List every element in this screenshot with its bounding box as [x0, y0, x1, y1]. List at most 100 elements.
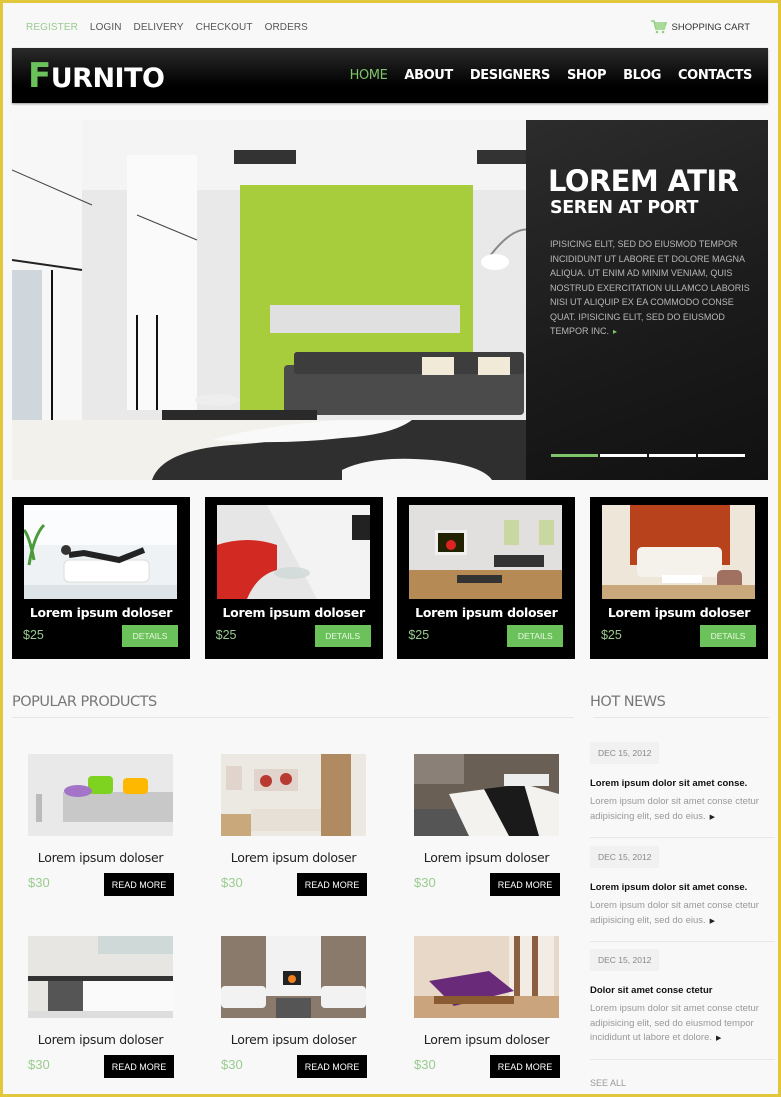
popular-products-title: POPULAR PRODUCTS — [12, 694, 157, 710]
nav-shop[interactable]: SHOP — [567, 68, 607, 83]
hot-news-divider — [593, 717, 769, 718]
news-title[interactable]: Dolor sit amet conse ctetur — [590, 985, 775, 996]
news-excerpt: Lorem ipsum dolor sit amet conse ctetur … — [590, 795, 775, 825]
nav-contacts[interactable]: CONTACTS — [678, 68, 752, 83]
nav-blog[interactable]: BLOG — [623, 68, 661, 83]
product-image-fireplace-lounge — [221, 936, 366, 1018]
product-image-bedroom — [414, 754, 559, 836]
product-card: Lorem ipsum doloser $30 READ MORE — [28, 754, 174, 896]
slider-pagination — [551, 454, 745, 457]
logo-initial: F — [28, 56, 51, 96]
news-item: DEC 15, 2012 Lorem ipsum dolor sit amet … — [590, 742, 775, 838]
hero-subtitle: SEREN AT PORT — [550, 198, 699, 218]
product-image-poppy-art-sofa — [221, 754, 366, 836]
slide-indicator-2[interactable] — [600, 454, 647, 457]
arrow-right-icon[interactable]: ▶ — [716, 1035, 721, 1042]
featured-product-price: $25 — [408, 628, 430, 642]
featured-card: Lorem ipsum doloser $25 DETAILS — [397, 497, 576, 659]
read-more-button[interactable]: READ MORE — [490, 873, 560, 896]
read-more-button[interactable]: READ MORE — [104, 1055, 174, 1078]
read-more-button[interactable]: READ MORE — [297, 1055, 367, 1078]
featured-card: Lorem ipsum doloser $25 DETAILS — [204, 497, 383, 659]
product-card: Lorem ipsum doloser $30 READ MORE — [414, 936, 560, 1078]
product-card: Lorem ipsum doloser $30 READ MORE — [28, 936, 174, 1078]
product-image-fireplace-room — [409, 505, 563, 599]
login-link[interactable]: LOGIN — [90, 22, 122, 33]
featured-product-name: Lorem ipsum doloser — [607, 605, 751, 620]
featured-products: Lorem ipsum doloser $25 DETAILS Lorem ip… — [12, 497, 768, 659]
featured-product-name: Lorem ipsum doloser — [222, 605, 366, 620]
nav-about[interactable]: ABOUT — [404, 68, 453, 83]
delivery-link[interactable]: DELIVERY — [134, 22, 184, 33]
see-all-link[interactable]: SEE ALL — [590, 1078, 626, 1088]
read-more-button[interactable]: READ MORE — [104, 873, 174, 896]
account-links: REGISTER LOGIN DELIVERY CHECKOUT ORDERS — [26, 22, 308, 33]
hero-slider: LOREM ATIR SEREN AT PORT IPISICING ELIT,… — [12, 120, 768, 480]
news-excerpt-text: Lorem ipsum dolor sit amet conse ctetur … — [590, 1003, 759, 1043]
logo[interactable]: FURNITO — [28, 56, 165, 96]
details-button[interactable]: DETAILS — [314, 625, 371, 647]
featured-product-price: $25 — [23, 628, 44, 642]
product-price: $30 — [221, 875, 243, 890]
news-divider — [590, 941, 775, 942]
product-image-kitchen — [28, 936, 173, 1018]
read-more-button[interactable]: READ MORE — [490, 1055, 560, 1078]
popular-products-divider — [12, 717, 574, 718]
shopping-cart-label: SHOPPING CART — [671, 21, 750, 33]
nav-designers[interactable]: DESIGNERS — [470, 68, 550, 83]
main-nav: HOME ABOUT DESIGNERS SHOP BLOG CONTACTS — [350, 68, 753, 83]
news-item: DEC 15, 2012 Lorem ipsum dolor sit amet … — [590, 846, 775, 942]
hero-description: IPISICING ELIT, SED DO EIUSMOD TEMPOR IN… — [550, 237, 760, 340]
product-card: Lorem ipsum doloser $30 READ MORE — [414, 754, 560, 896]
slide-indicator-1[interactable] — [551, 454, 598, 457]
hero-title: LOREM ATIR — [548, 164, 739, 198]
news-excerpt: Lorem ipsum dolor sit amet conse ctetur … — [590, 899, 775, 929]
product-card: Lorem ipsum doloser $30 READ MORE — [221, 754, 367, 896]
product-image-purple-bedroom — [414, 936, 559, 1018]
product-price: $30 — [221, 1057, 243, 1072]
arrow-right-icon[interactable]: ▶ — [710, 918, 715, 925]
read-more-button[interactable]: READ MORE — [297, 873, 367, 896]
product-price: $30 — [28, 875, 50, 890]
product-price: $30 — [414, 1057, 436, 1072]
shopping-cart-icon — [650, 20, 667, 34]
details-button[interactable]: DETAILS — [699, 625, 756, 647]
product-card: Lorem ipsum doloser $30 READ MORE — [221, 936, 367, 1078]
checkout-link[interactable]: CHECKOUT — [196, 22, 253, 33]
news-item: DEC 15, 2012 Dolor sit amet conse ctetur… — [590, 949, 775, 1060]
featured-card: Lorem ipsum doloser $25 DETAILS — [12, 497, 190, 659]
orders-link[interactable]: ORDERS — [265, 22, 308, 33]
news-title[interactable]: Lorem ipsum dolor sit amet conse. — [590, 778, 775, 789]
product-price: $30 — [414, 875, 436, 890]
product-name: Lorem ipsum doloser — [37, 1032, 164, 1047]
register-link[interactable]: REGISTER — [26, 22, 78, 33]
shopping-cart-link[interactable]: SHOPPING CART — [650, 20, 750, 34]
featured-product-price: $25 — [600, 628, 622, 642]
nav-home[interactable]: HOME — [350, 68, 388, 83]
product-name: Lorem ipsum doloser — [423, 1032, 550, 1047]
news-title[interactable]: Lorem ipsum dolor sit amet conse. — [590, 882, 775, 893]
product-name: Lorem ipsum doloser — [230, 850, 357, 865]
featured-product-name: Lorem ipsum doloser — [415, 605, 558, 620]
hero-image-living-room — [12, 120, 532, 480]
product-price: $30 — [28, 1057, 50, 1072]
slide-indicator-3[interactable] — [649, 454, 696, 457]
product-name: Lorem ipsum doloser — [230, 1032, 357, 1047]
product-image-white-sofa — [24, 505, 177, 599]
details-button[interactable]: DETAILS — [507, 625, 564, 647]
product-name: Lorem ipsum doloser — [37, 850, 164, 865]
news-date: DEC 15, 2012 — [590, 846, 660, 868]
details-button[interactable]: DETAILS — [122, 625, 178, 647]
featured-product-name: Lorem ipsum doloser — [29, 605, 173, 620]
news-excerpt-text: Lorem ipsum dolor sit amet conse ctetur … — [590, 796, 759, 822]
news-excerpt-text: Lorem ipsum dolor sit amet conse ctetur … — [590, 900, 759, 926]
hero-description-text: IPISICING ELIT, SED DO EIUSMOD TEMPOR IN… — [550, 239, 750, 336]
featured-product-price: $25 — [215, 628, 237, 642]
slide-indicator-4[interactable] — [698, 454, 745, 457]
arrow-right-icon[interactable]: ▶ — [710, 814, 715, 821]
news-divider — [590, 837, 775, 838]
product-image-orange-wall-sofa — [601, 505, 755, 599]
site-header: FURNITO HOME ABOUT DESIGNERS SHOP BLOG C… — [12, 48, 768, 103]
news-date: DEC 15, 2012 — [590, 949, 660, 971]
arrow-right-icon[interactable]: ▸ — [613, 327, 617, 336]
